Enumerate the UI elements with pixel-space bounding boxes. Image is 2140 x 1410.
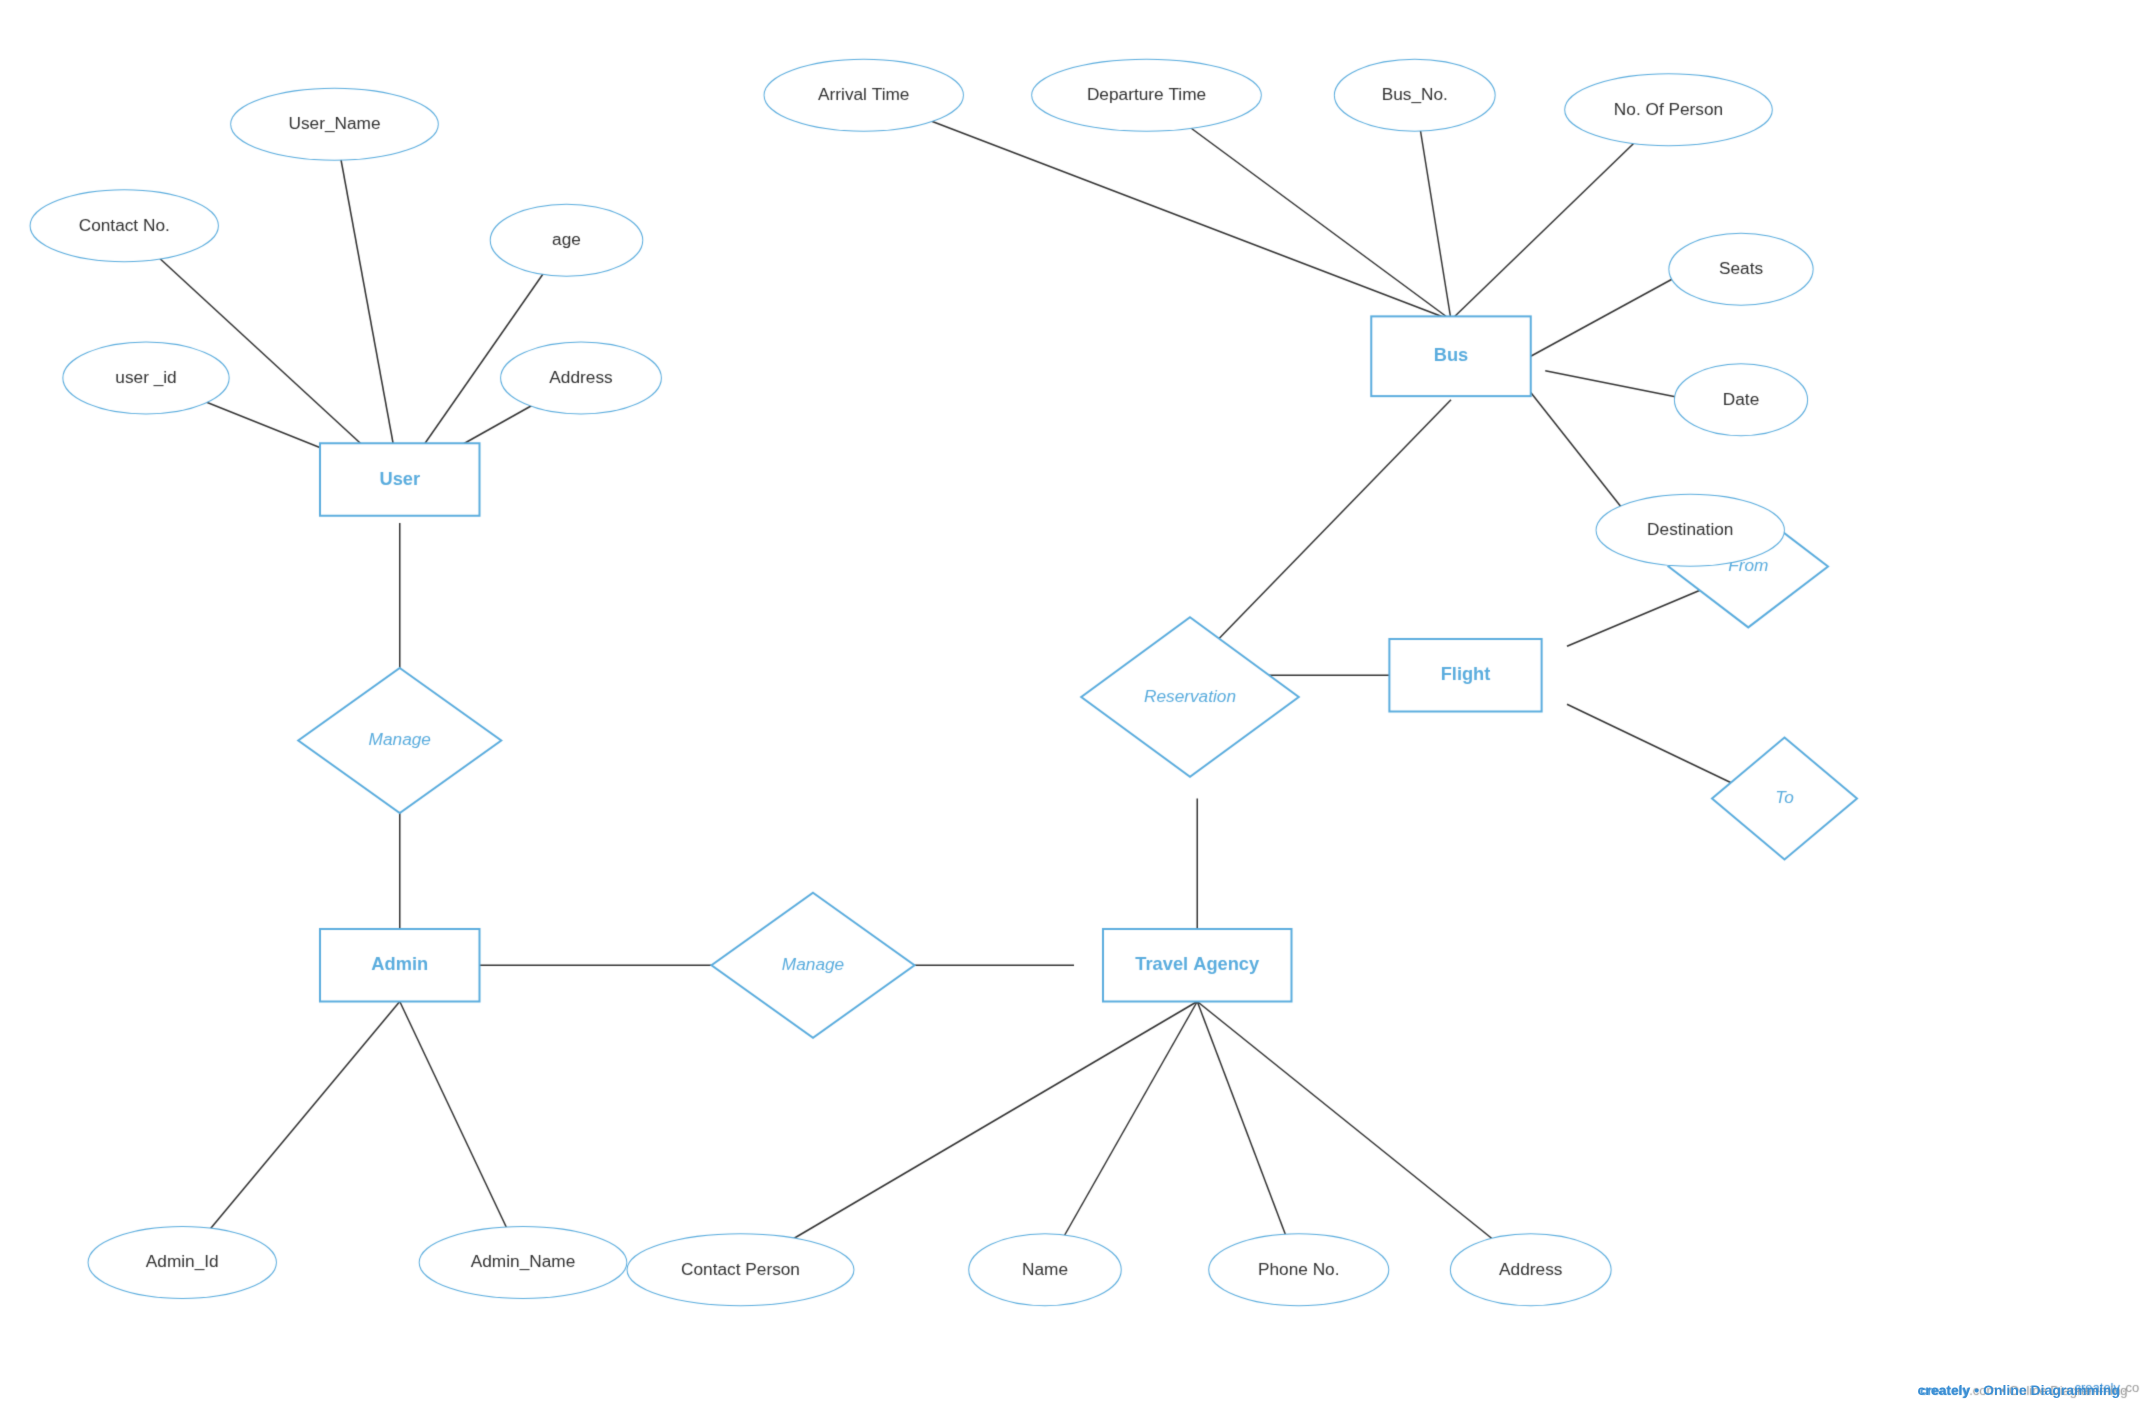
watermark-suffix: • Online Diagramming <box>1974 1382 2120 1398</box>
er-diagram-canvas <box>0 0 2140 1410</box>
watermark: creately • Online Diagramming <box>1917 1382 2120 1398</box>
brand-name: creately <box>1917 1382 1970 1398</box>
